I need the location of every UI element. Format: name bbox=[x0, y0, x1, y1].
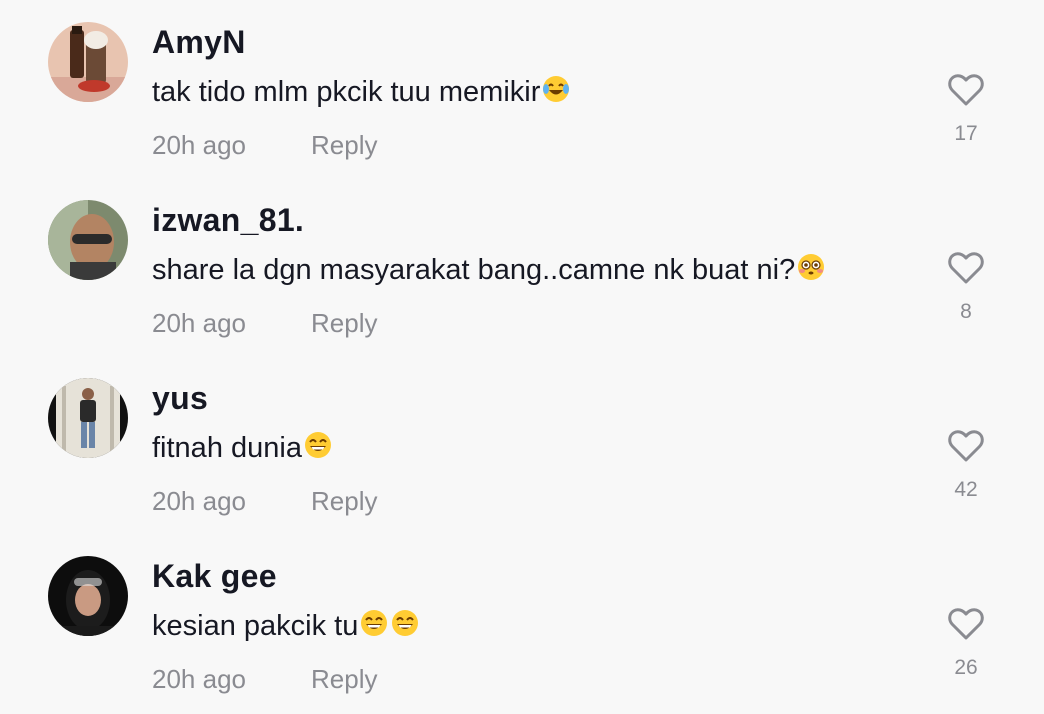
comment-timestamp: 20h ago bbox=[152, 308, 246, 338]
heart-icon[interactable] bbox=[946, 248, 986, 288]
comment-item: AmyN tak tido mlm pkcik tuu memikir 20h … bbox=[0, 0, 1044, 178]
flushed-face-icon bbox=[796, 252, 826, 282]
reply-button[interactable]: Reply bbox=[311, 664, 377, 695]
grinning-face-with-smiling-eyes-icon bbox=[303, 430, 333, 460]
comment-item: Kak gee kesian pakcik tu 20h ago Reply 2… bbox=[0, 534, 1044, 712]
like-count: 8 bbox=[960, 300, 972, 323]
comment-text-content: tak tido mlm pkcik tuu memikir bbox=[152, 76, 541, 108]
reply-button[interactable]: Reply bbox=[311, 308, 377, 339]
comment-username[interactable]: izwan_81. bbox=[152, 202, 304, 239]
comment-timestamp: 20h ago bbox=[152, 130, 246, 160]
face-with-tears-of-joy-icon bbox=[541, 74, 571, 104]
reply-button[interactable]: Reply bbox=[311, 130, 377, 161]
heart-icon[interactable] bbox=[946, 604, 986, 644]
comment-item: yus fitnah dunia 20h ago Reply 42 bbox=[0, 356, 1044, 534]
comment-text: kesian pakcik tu bbox=[152, 608, 420, 643]
comment-text: fitnah dunia bbox=[152, 430, 333, 465]
avatar[interactable] bbox=[48, 22, 128, 102]
avatar[interactable] bbox=[48, 556, 128, 636]
comment-timestamp: 20h ago bbox=[152, 664, 246, 694]
comment-username[interactable]: yus bbox=[152, 380, 208, 417]
reply-button[interactable]: Reply bbox=[311, 486, 377, 517]
grinning-face-with-smiling-eyes-icon bbox=[390, 608, 420, 638]
comment-timestamp: 20h ago bbox=[152, 486, 246, 516]
comment-text: share la dgn masyarakat bang..camne nk b… bbox=[152, 252, 826, 287]
heart-icon[interactable] bbox=[946, 426, 986, 466]
comment-text-content: fitnah dunia bbox=[152, 432, 302, 464]
comment-item: izwan_81. share la dgn masyarakat bang..… bbox=[0, 178, 1044, 356]
avatar[interactable] bbox=[48, 200, 128, 280]
like-count: 42 bbox=[954, 478, 978, 501]
avatar[interactable] bbox=[48, 378, 128, 458]
comment-list: AmyN tak tido mlm pkcik tuu memikir 20h … bbox=[0, 0, 1044, 714]
comment-text-content: share la dgn masyarakat bang..camne nk b… bbox=[152, 254, 796, 286]
comment-text-content: kesian pakcik tu bbox=[152, 610, 359, 642]
comment-text: tak tido mlm pkcik tuu memikir bbox=[152, 74, 571, 109]
like-count: 26 bbox=[954, 656, 978, 679]
like-count: 17 bbox=[954, 122, 978, 145]
comment-username[interactable]: AmyN bbox=[152, 24, 246, 61]
comment-username[interactable]: Kak gee bbox=[152, 558, 277, 595]
grinning-face-with-smiling-eyes-icon bbox=[359, 608, 389, 638]
heart-icon[interactable] bbox=[946, 70, 986, 110]
